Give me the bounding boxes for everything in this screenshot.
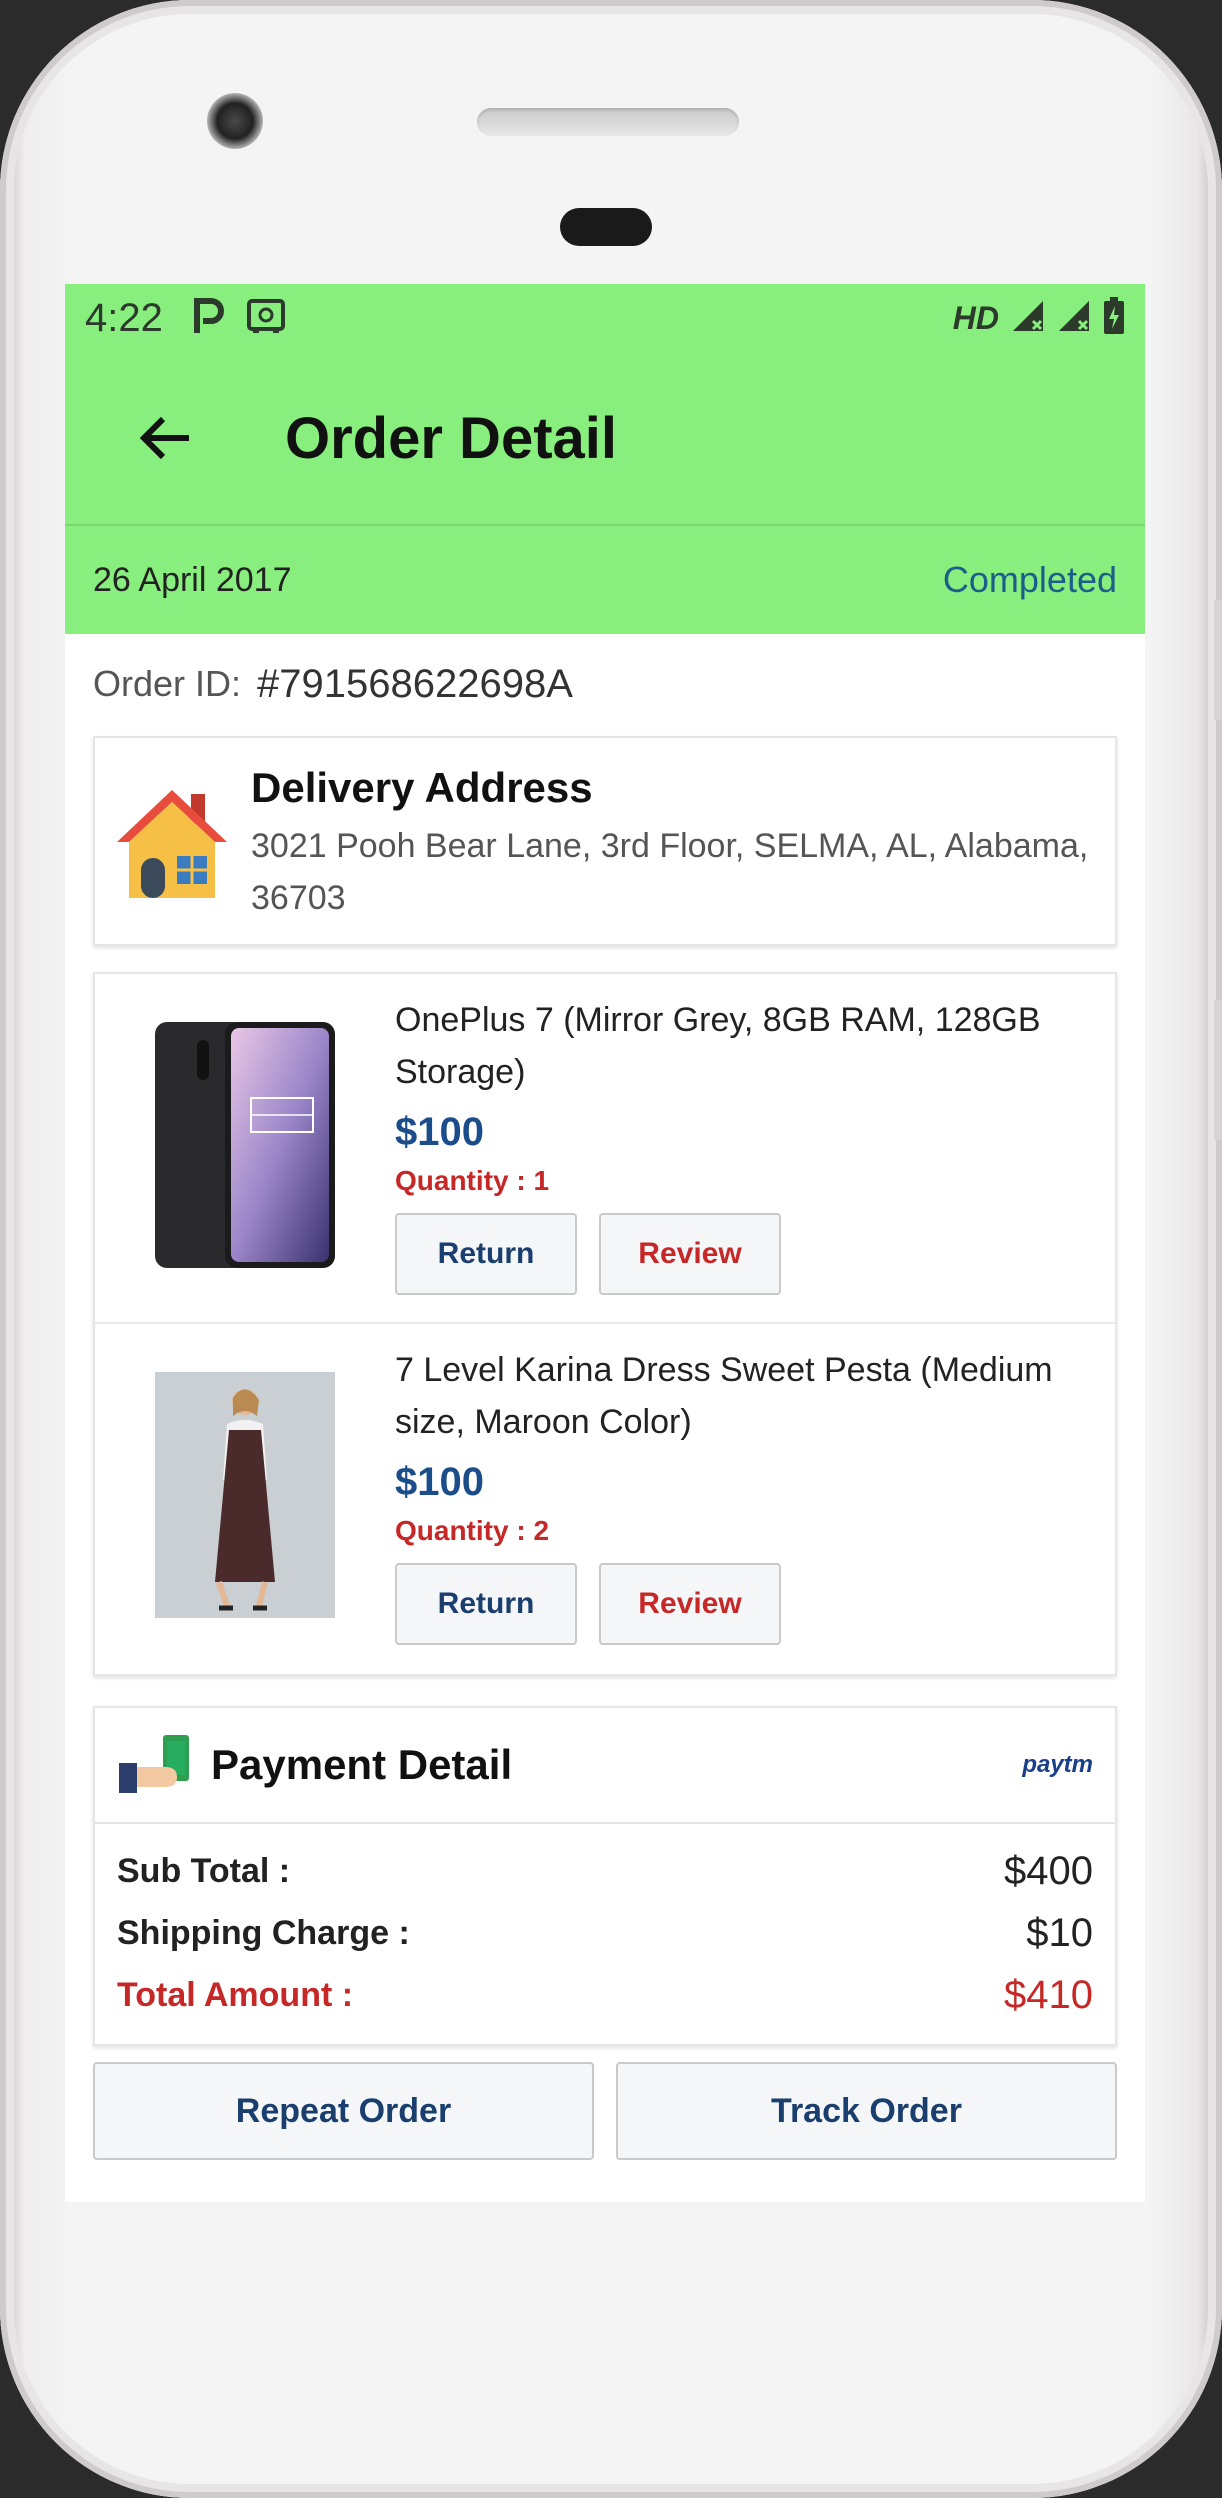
product-price: $100 [395, 1460, 484, 1504]
status-right: HD [952, 296, 1125, 340]
product-name[interactable]: 7 Level Karina Dress Sweet Pesta (Medium… [395, 1344, 1095, 1448]
order-id-value: #791568622698A [257, 661, 573, 706]
order-id-label: Order ID: [93, 663, 242, 704]
house-icon [113, 784, 231, 924]
payment-detail-card: Payment Detail paytm Sub Total : $400 Sh… [93, 1706, 1117, 2046]
order-summary-bar: 26 April 2017 Completed [65, 526, 1145, 634]
list-item: 7 Level Karina Dress Sweet Pesta (Medium… [95, 1324, 1115, 1674]
front-camera [207, 93, 263, 149]
app-screen: 4:22 HD Order Detail 26 April 2017 Compl… [65, 284, 1145, 2202]
payment-header: Payment Detail paytm [95, 1708, 1115, 1824]
page-title: Order Detail [285, 405, 617, 471]
phone-frame: 4:22 HD Order Detail 26 April 2017 Compl… [0, 0, 1222, 2498]
shipping-label: Shipping Charge : [117, 1913, 410, 1952]
order-date: 26 April 2017 [93, 560, 292, 599]
parking-icon [191, 297, 225, 340]
order-id-row: Order ID: #791568622698A [65, 634, 1145, 734]
back-arrow-icon[interactable] [115, 388, 215, 488]
signal-icon-2 [1057, 299, 1091, 338]
total-row: Total Amount : $410 [117, 1964, 1093, 2026]
sub-total-row: Sub Total : $400 [117, 1840, 1093, 1902]
total-label: Total Amount : [117, 1975, 354, 2014]
earpiece-speaker [477, 108, 739, 136]
shipping-value: $10 [1026, 1910, 1093, 1955]
bottom-actions: Repeat Order Track Order [93, 2062, 1117, 2160]
sub-total-value: $400 [1004, 1848, 1093, 1893]
address-title: Delivery Address [251, 764, 593, 811]
address-text: 3021 Pooh Bear Lane, 3rd Floor, SELMA, A… [251, 827, 1089, 917]
repeat-order-button[interactable]: Repeat Order [93, 2062, 594, 2160]
list-item: OnePlus 7 (Mirror Grey, 8GB RAM, 128GB S… [95, 974, 1115, 1324]
signal-icon [1011, 299, 1045, 338]
order-items-card: OnePlus 7 (Mirror Grey, 8GB RAM, 128GB S… [93, 972, 1117, 1676]
review-button[interactable]: Review [599, 1563, 781, 1645]
status-bar: 4:22 HD [65, 284, 1145, 352]
phone-product-image[interactable] [153, 1020, 337, 1270]
app-bar: Order Detail [65, 352, 1145, 526]
payment-title: Payment Detail [211, 1741, 513, 1788]
return-button[interactable]: Return [395, 1213, 577, 1295]
order-status: Completed [942, 559, 1117, 600]
review-button[interactable]: Review [599, 1213, 781, 1295]
track-order-button[interactable]: Track Order [616, 2062, 1117, 2160]
delivery-address-card: Delivery Address 3021 Pooh Bear Lane, 3r… [93, 736, 1117, 946]
header: 4:22 HD Order Detail 26 April 2017 Compl… [65, 284, 1145, 634]
dress-product-image[interactable] [153, 1370, 337, 1620]
product-price: $100 [395, 1110, 484, 1154]
volume-button [1214, 600, 1222, 720]
power-button [1214, 1000, 1222, 1140]
battery-icon [1103, 296, 1125, 340]
shipping-row: Shipping Charge : $10 [117, 1902, 1093, 1964]
product-quantity: Quantity : 1 [395, 1165, 550, 1196]
return-button[interactable]: Return [395, 1563, 577, 1645]
product-quantity: Quantity : 2 [395, 1515, 550, 1546]
total-value: $410 [1004, 1972, 1093, 2017]
status-time: 4:22 [85, 295, 163, 340]
vault-icon [246, 298, 285, 339]
payment-hand-icon [117, 1733, 193, 1797]
proximity-sensor [560, 208, 652, 246]
paytm-logo: paytm [1022, 1751, 1093, 1778]
product-name[interactable]: OnePlus 7 (Mirror Grey, 8GB RAM, 128GB S… [395, 994, 1095, 1098]
network-label: HD [952, 299, 999, 336]
sub-total-label: Sub Total : [117, 1851, 291, 1890]
payment-breakdown: Sub Total : $400 Shipping Charge : $10 T… [95, 1824, 1115, 2044]
